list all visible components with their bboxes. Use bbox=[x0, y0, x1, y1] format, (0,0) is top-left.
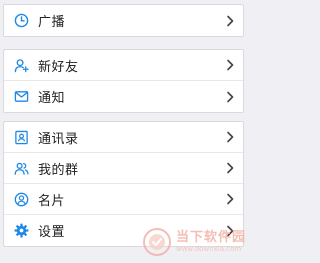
chevron-right-icon bbox=[225, 15, 235, 27]
watermark-title: 当下软件园 bbox=[175, 230, 246, 245]
clock-icon bbox=[14, 13, 29, 28]
chevron-right-icon bbox=[225, 59, 235, 71]
watermark-url: www.downxia.com bbox=[175, 245, 242, 253]
menu-item-label: 广播 bbox=[38, 15, 66, 30]
user-circle-icon bbox=[14, 192, 29, 207]
menu-screen: 广播 新好友 通知 通讯录 我的群 名片 设置 当下软件园 www.downxi… bbox=[0, 0, 250, 263]
menu-item-new-friends[interactable]: 新好友 bbox=[4, 50, 243, 81]
menu-item-label: 新好友 bbox=[38, 59, 79, 75]
chevron-right-icon bbox=[225, 193, 235, 205]
menu-item-broadcast[interactable]: 广播 bbox=[4, 5, 243, 36]
menu-item-label: 名片 bbox=[38, 193, 66, 209]
menu-item-contacts[interactable]: 通讯录 bbox=[4, 122, 243, 153]
gear-icon bbox=[14, 223, 29, 238]
group-icon bbox=[14, 161, 29, 176]
mail-icon bbox=[14, 89, 29, 104]
menu-item-business-card[interactable]: 名片 bbox=[4, 184, 243, 215]
menu-item-notifications[interactable]: 通知 bbox=[4, 81, 243, 112]
watermark: 当下软件园 www.downxia.com bbox=[142, 227, 246, 257]
menu-item-label: 我的群 bbox=[38, 162, 79, 178]
menu-item-label: 通知 bbox=[38, 91, 66, 106]
menu-item-label: 通讯录 bbox=[38, 131, 79, 147]
chevron-right-icon bbox=[225, 131, 235, 143]
chevron-right-icon bbox=[225, 162, 235, 174]
menu-group-broadcast: 广播 bbox=[3, 4, 244, 37]
menu-item-label: 设置 bbox=[38, 225, 66, 240]
menu-group-social: 新好友 通知 bbox=[3, 49, 244, 113]
add-friend-icon bbox=[14, 58, 29, 73]
contacts-icon bbox=[14, 130, 29, 145]
watermark-logo-icon bbox=[142, 227, 172, 257]
menu-item-my-groups[interactable]: 我的群 bbox=[4, 153, 243, 184]
chevron-right-icon bbox=[225, 91, 235, 103]
